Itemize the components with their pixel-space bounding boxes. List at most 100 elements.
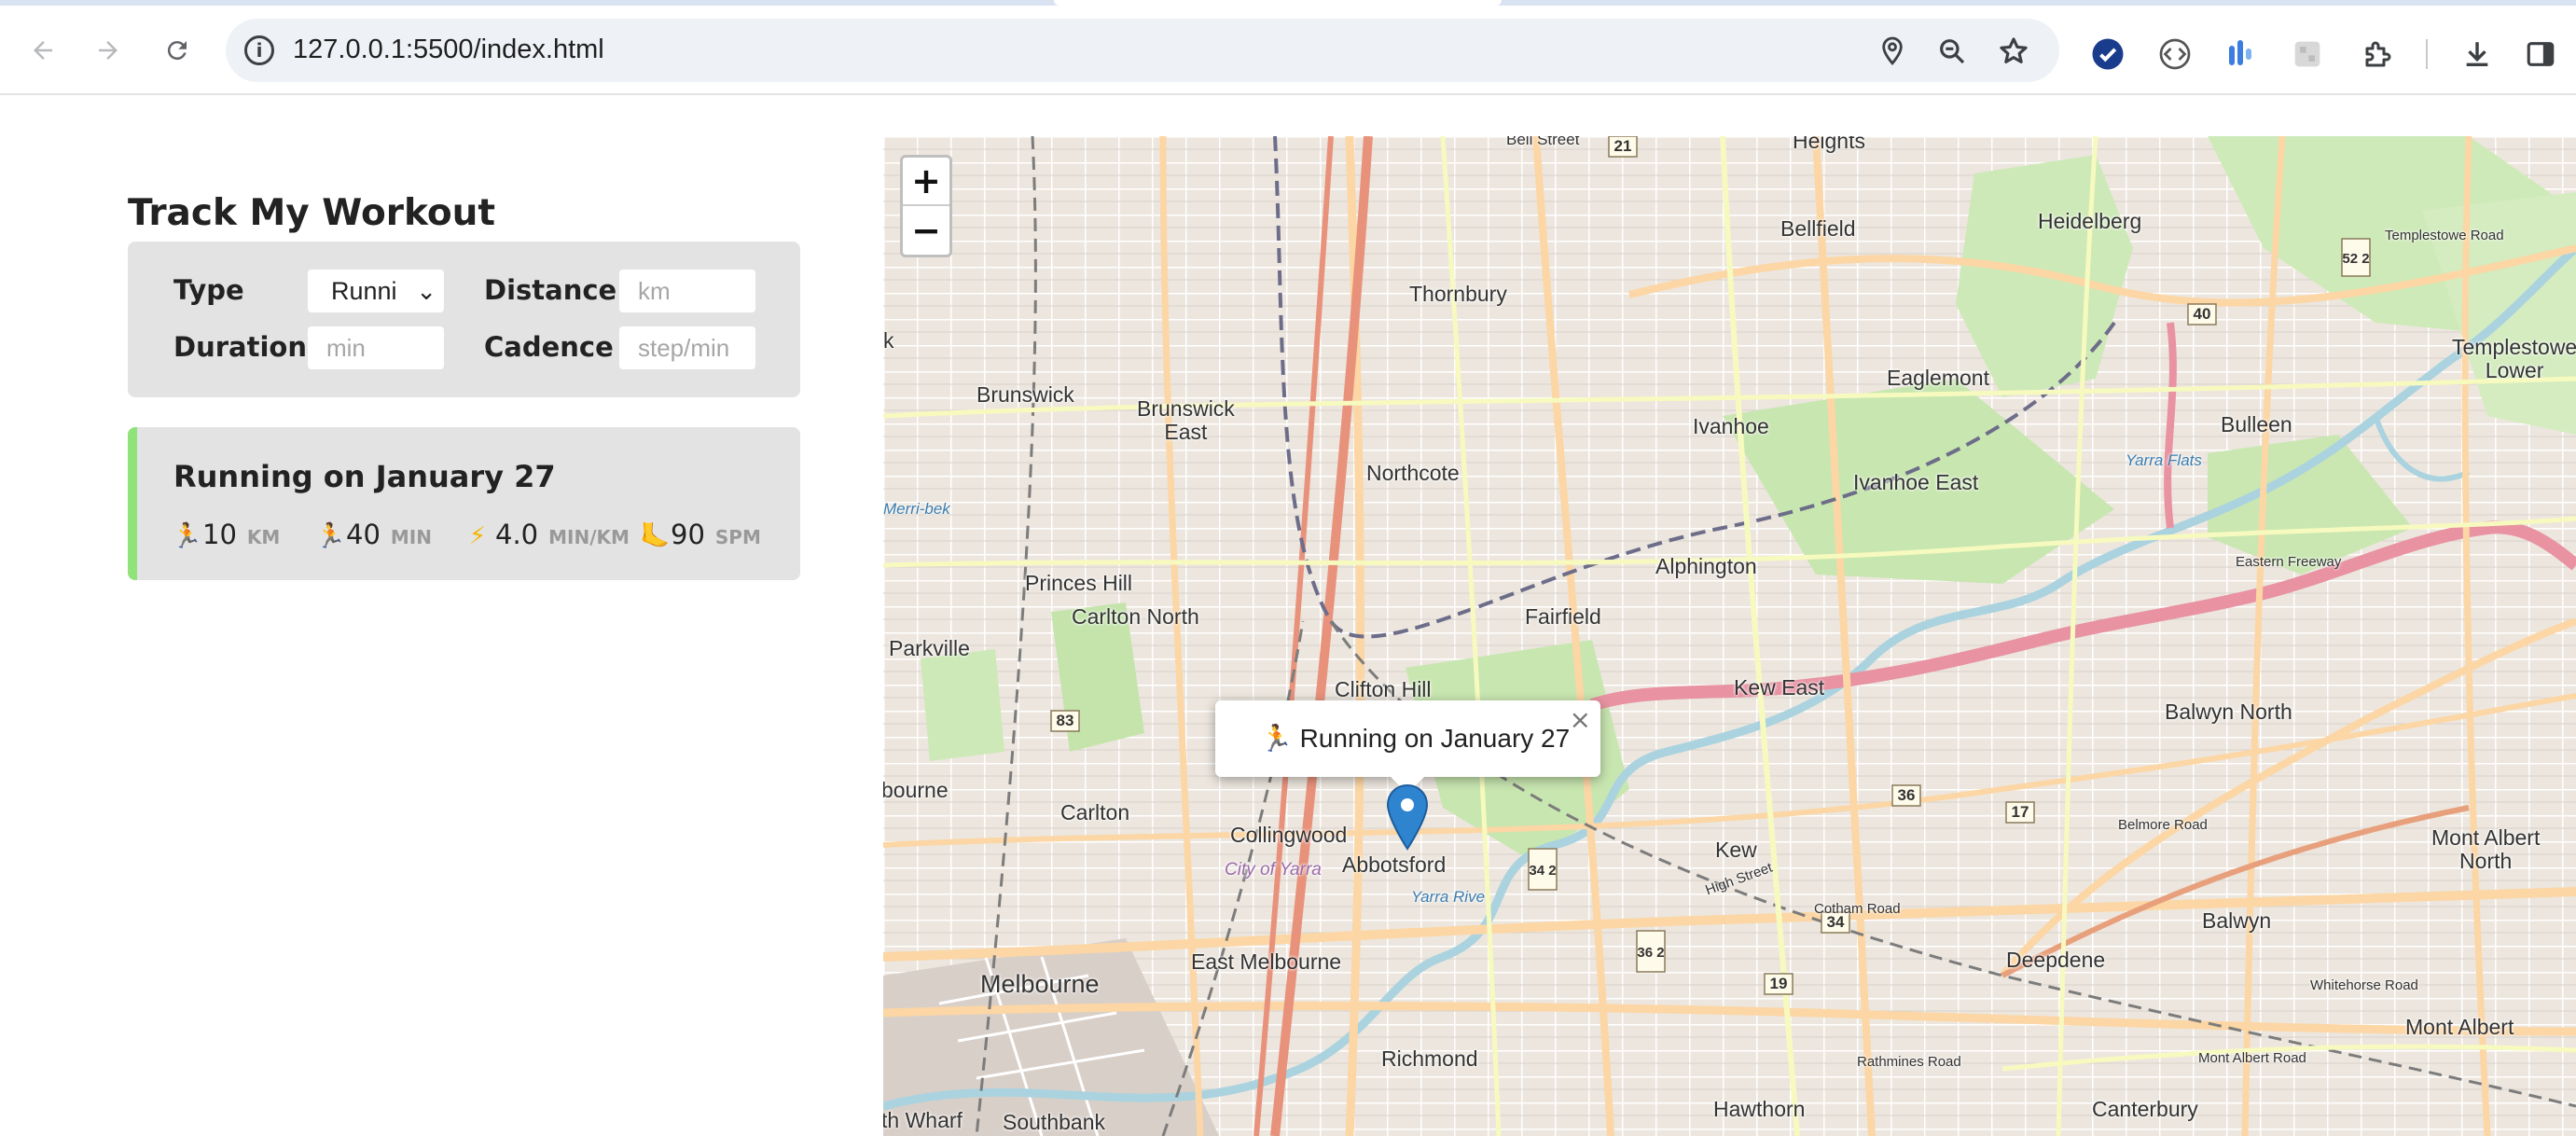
map-label-alphington: Alphington [1655,554,1757,578]
workout-pace: ⚡ 4.0 MIN/KM [464,519,630,550]
map-label-heidelberg: Heidelberg [2038,209,2142,233]
map-label-eaglemont: Eaglemont [1887,366,1989,390]
map-label-whitehorse-road: Whitehorse Road [2310,977,2418,993]
map-label-yarra-river: Yarra Rive [1411,888,1486,906]
workout-form: Type Runni ⌄ Distance Duration Cadence [128,242,800,397]
map-label-southbank: Southbank [1003,1110,1105,1134]
map-label-abbotsford: Abbotsford [1342,852,1447,877]
cadence-label: Cadence [484,331,614,363]
map-label-mont-albert: Mont Albert [2405,1015,2514,1039]
workout-title: Running on January 27 [173,459,556,494]
workout-card[interactable]: Running on January 27 🏃 10 KM 🏃 40 MIN ⚡… [128,427,800,580]
shield-17: 17 [2012,803,2029,821]
site-info-icon[interactable]: i [244,35,274,65]
side-panel-icon[interactable] [2522,35,2559,73]
map-label-cotham-road: Cotham Road [1814,901,1901,917]
zoom-icon[interactable] [1934,34,1970,69]
distance-label: Distance [484,274,617,306]
map-label-wharf: th Wharf [883,1108,963,1132]
type-select-value: Runni [331,277,397,305]
map-label-kew-east: Kew East [1734,675,1825,700]
shield-34-2: 34 2 [1529,863,1556,879]
map-label-templestowe-lower: Templestowe Lower [2452,335,2576,383]
map-label-deepdene: Deepdene [2006,948,2106,972]
map-label-northcote: Northcote [1366,461,1460,485]
bookmark-star-icon[interactable] [1996,34,2031,69]
map-label-eastern-freeway: Eastern Freeway [2236,554,2342,570]
location-icon[interactable] [1875,34,1910,69]
map-label-bell-street: Bell Street [1506,136,1580,148]
toolbar-separator [2426,39,2428,69]
map-label-parkville: Parkville [889,636,970,660]
map[interactable]: 21 40 52 2 83 36 17 34 2 36 2 34 19 Bell… [883,136,2576,1136]
address-bar[interactable]: i 127.0.0.1:5500/index.html [226,19,2059,82]
map-label-carlton-north: Carlton North [1072,604,1199,629]
type-label: Type [173,274,244,306]
foot-icon: 🦶 [640,522,671,550]
duration-label: Duration [173,331,307,363]
map-label-belmore-road: Belmore Road [2118,817,2208,833]
map-label-ivanhoe: Ivanhoe [1693,414,1769,438]
extensions-puzzle-icon[interactable] [2360,35,2397,73]
page-title: Track My Workout [128,192,496,234]
map-label-city-of-yarra: City of Yarra [1225,860,1322,880]
map-label-brunswick: Brunswick [976,382,1074,407]
shield-21: 21 [1614,137,1632,155]
url-text[interactable]: 127.0.0.1:5500/index.html [293,35,604,65]
lightning-icon: ⚡ [468,522,487,550]
popup-close-button[interactable]: × [1570,704,1591,735]
chevron-down-icon: ⌄ [416,277,436,305]
zoom-control: + − [900,155,952,257]
shield-36: 36 [1898,786,1916,804]
map-marker-icon[interactable] [1385,783,1430,851]
workout-duration: 🏃 40 MIN [315,519,432,550]
map-label-balwyn-north: Balwyn North [2165,700,2292,724]
back-icon[interactable] [22,30,63,71]
workout-type-stripe [128,427,137,580]
shield-83: 83 [1057,712,1074,729]
map-label-fairfield: Fairfield [1525,604,1601,629]
map-label-bellfield: Bellfield [1780,216,1856,241]
map-label-k: k [883,328,894,353]
distance-input[interactable] [619,270,755,312]
map-label-brunswick-east: Brunswick East [1137,396,1235,445]
map-label-rathmines-road: Rathmines Road [1857,1054,1961,1070]
download-icon[interactable] [2458,35,2496,73]
runner-icon: 🏃 [315,522,346,550]
map-label-bulleen: Bulleen [2221,412,2292,436]
shield-52-2: 52 2 [2342,251,2369,267]
map-label-east-melbourne: East Melbourne [1191,949,1342,974]
workout-popup[interactable]: 🏃 Running on January 27 × [1215,700,1600,794]
forward-icon[interactable] [88,30,129,71]
extension-code-icon[interactable] [2156,35,2194,73]
map-label-thornbury: Thornbury [1409,282,1507,306]
map-label-richmond: Richmond [1381,1046,1478,1071]
map-label-clifton-hill: Clifton Hill [1335,677,1432,701]
type-select[interactable]: Runni ⌄ [308,270,444,312]
map-label-collingwood: Collingwood [1230,823,1348,847]
popup-text: 🏃 Running on January 27 [1260,724,1571,753]
map-label-balwyn: Balwyn [2202,908,2272,933]
reload-icon[interactable] [157,30,198,71]
map-label-melbourne: Melbourne [980,970,1100,998]
extension-grey-icon[interactable] [2289,35,2326,73]
extension-chart-icon[interactable] [2222,35,2259,73]
map-label-ivanhoe-east: Ivanhoe East [1853,470,1979,494]
map-label-mont-albert-road: Mont Albert Road [2198,1050,2306,1066]
map-label-bourne: bourne [883,778,949,802]
map-label-princes-hill: Princes Hill [1025,571,1133,595]
map-label-kew: Kew [1715,838,1757,862]
map-label-hawthorn: Hawthorn [1713,1097,1806,1121]
map-label-canterbury: Canterbury [2092,1097,2198,1121]
cadence-input[interactable] [619,326,755,369]
shield-19: 19 [1770,975,1788,992]
browser-toolbar: i 127.0.0.1:5500/index.html [0,6,2576,95]
zoom-out-button[interactable]: − [903,206,949,255]
zoom-in-button[interactable]: + [903,158,949,206]
extension-check-icon[interactable] [2089,35,2126,73]
duration-input[interactable] [308,326,444,369]
map-label-carlton: Carlton [1060,800,1130,824]
map-label-heights: Heights [1793,136,1865,153]
map-label-yarra-flats: Yarra Flats [2126,451,2202,469]
map-label-merri-bek: Merri-bek [883,500,950,518]
